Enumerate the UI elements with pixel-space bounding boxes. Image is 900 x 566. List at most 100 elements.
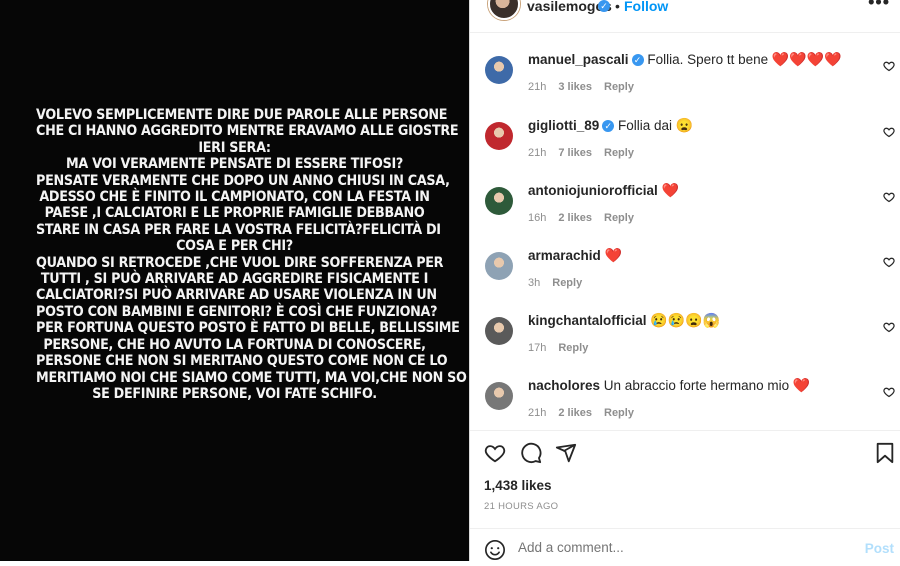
comment-emoji: ❤️ bbox=[792, 377, 811, 393]
commenter-avatar[interactable] bbox=[485, 122, 513, 150]
story-line: CALCIATORI?SI PUÒ ARRIVARE AD USARE VIOL… bbox=[36, 287, 437, 304]
comment-item: armarachid ❤️ 3h Reply bbox=[470, 242, 900, 302]
commenter-avatar[interactable] bbox=[485, 382, 513, 410]
commenter-username[interactable]: armarachid bbox=[528, 248, 601, 263]
story-line: PAESE ,I CALCIATORI E LE PROPRIE FAMIGLI… bbox=[44, 205, 425, 222]
comment-meta: 16h 2 likes Reply bbox=[528, 212, 646, 224]
comment-time[interactable]: 21h bbox=[528, 81, 546, 93]
comment-meta: 21h 3 likes Reply bbox=[528, 81, 646, 93]
commenter-username[interactable]: nacholores bbox=[528, 378, 600, 393]
comment-meta: 21h 2 likes Reply bbox=[528, 407, 646, 419]
comment-emoji: ❤️ bbox=[661, 182, 679, 198]
comment-text: gigliotti_89 ✓ Follia dai 😦 bbox=[528, 117, 693, 134]
comment-time[interactable]: 17h bbox=[528, 342, 546, 354]
story-line: PENSATE VERAMENTE CHE DOPO UN ANNO CHIUS… bbox=[36, 172, 450, 189]
story-line: SE DEFINIRE PERSONE, VOI FATE SCHIFO. bbox=[92, 385, 377, 402]
comment-item: manuel_pascali ✓ Follia. Spero tt bene ❤️… bbox=[470, 46, 900, 106]
story-line: PERSONE, CHE HO AVUTO LA FORTUNA DI CONO… bbox=[43, 336, 426, 353]
commenter-username[interactable]: manuel_pascali bbox=[528, 52, 629, 67]
comment-emoji: ❤️ bbox=[604, 247, 622, 263]
comment-body: Un abraccio forte hermano mio bbox=[603, 378, 790, 393]
separator-dot: • bbox=[615, 0, 620, 14]
comment-body: Follia dai bbox=[618, 118, 673, 133]
comment-text: kingchantalofficial 😢😢😦😱 bbox=[528, 312, 720, 329]
actions-divider bbox=[470, 430, 900, 431]
comment-emoji: 😦 bbox=[675, 117, 694, 133]
comment-likes[interactable]: 2 likes bbox=[558, 407, 592, 419]
story-line: TUTTI , SI PUÒ ARRIVARE AD AGGREDIRE FIS… bbox=[40, 271, 429, 288]
comment-like-icon[interactable] bbox=[883, 255, 895, 268]
story-line: COSA E PER CHI? bbox=[176, 238, 293, 255]
follow-button[interactable]: Follow bbox=[624, 0, 668, 14]
comment-likes[interactable]: 3 likes bbox=[558, 81, 592, 93]
commenter-username[interactable]: kingchantalofficial bbox=[528, 313, 647, 328]
comment-bubble-icon[interactable] bbox=[520, 442, 542, 469]
commenter-username[interactable]: antoniojuniorofficial bbox=[528, 183, 658, 198]
comment-meta: 17h Reply bbox=[528, 342, 600, 354]
comment-text: antoniojuniorofficial ❤️ bbox=[528, 182, 679, 199]
comment-time[interactable]: 16h bbox=[528, 212, 546, 224]
comment-text: armarachid ❤️ bbox=[528, 247, 622, 264]
story-line: MA VOI VERAMENTE PENSATE DI ESSERE TIFOS… bbox=[65, 156, 403, 173]
story-panel: VOLEVO SEMPLICEMENTE DIRE DUE PAROLE ALL… bbox=[0, 0, 469, 561]
comment-emoji: 😢😢😦😱 bbox=[650, 312, 721, 328]
comment-like-icon[interactable] bbox=[883, 385, 895, 398]
verified-badge-icon: ✓ bbox=[598, 0, 610, 12]
author-avatar[interactable] bbox=[488, 0, 520, 20]
reply-button[interactable]: Reply bbox=[558, 342, 588, 354]
comment-like-icon[interactable] bbox=[883, 320, 895, 333]
comment-text: manuel_pascali ✓ Follia. Spero tt bene ❤️… bbox=[528, 51, 842, 68]
emoji-icon[interactable] bbox=[484, 539, 506, 566]
comment-time[interactable]: 21h bbox=[528, 407, 546, 419]
comment-meta: 21h 7 likes Reply bbox=[528, 147, 646, 159]
comment-item: antoniojuniorofficial ❤️ 16h 2 likes Reply bbox=[470, 177, 900, 237]
commenter-avatar[interactable] bbox=[485, 56, 513, 84]
comment-text: nacholores Un abraccio forte hermano mio… bbox=[528, 377, 810, 394]
verified-badge-icon: ✓ bbox=[631, 54, 644, 67]
like-heart-icon[interactable] bbox=[484, 442, 506, 469]
story-line: QUANDO SI RETROCEDE ,CHE VUOL DIRE SOFFE… bbox=[36, 254, 444, 271]
verified-badge-icon: ✓ bbox=[602, 120, 615, 133]
comment-like-icon[interactable] bbox=[883, 125, 895, 138]
reply-button[interactable]: Reply bbox=[552, 277, 582, 289]
share-send-icon[interactable] bbox=[555, 442, 577, 469]
comments-panel: vasilemogos ✓ • Follow ••• manuel_pascal… bbox=[469, 0, 900, 561]
save-bookmark-icon[interactable] bbox=[875, 442, 895, 469]
story-line: STARE IN CASA PER FARE LA VOSTRA FELICIT… bbox=[36, 221, 441, 238]
comment-meta: 3h Reply bbox=[528, 277, 594, 289]
story-line: MERITIAMO NOI CHE SIAMO COME TUTTI, MA V… bbox=[36, 369, 467, 386]
story-line: IERI SERA: bbox=[198, 139, 271, 156]
comment-body: Follia. Spero tt bene bbox=[647, 52, 769, 67]
reply-button[interactable]: Reply bbox=[604, 81, 634, 93]
commenter-username[interactable]: gigliotti_89 bbox=[528, 118, 599, 133]
comment-item: nacholores Un abraccio forte hermano mio… bbox=[470, 372, 900, 432]
comment-input[interactable] bbox=[518, 540, 848, 555]
add-comment-bar: Post bbox=[470, 528, 900, 562]
comment-emoji: ❤️❤️❤️❤️ bbox=[771, 51, 842, 67]
commenter-avatar[interactable] bbox=[485, 187, 513, 215]
reply-button[interactable]: Reply bbox=[604, 147, 634, 159]
reply-button[interactable]: Reply bbox=[604, 212, 634, 224]
comment-likes[interactable]: 2 likes bbox=[558, 212, 592, 224]
reply-button[interactable]: Reply bbox=[604, 407, 634, 419]
post-header: vasilemogos ✓ • Follow ••• bbox=[470, 0, 900, 33]
commenter-avatar[interactable] bbox=[485, 317, 513, 345]
comment-like-icon[interactable] bbox=[883, 59, 895, 72]
more-options-icon[interactable]: ••• bbox=[868, 0, 890, 13]
commenter-avatar[interactable] bbox=[485, 252, 513, 280]
post-timestamp[interactable]: 21 HOURS AGO bbox=[484, 501, 558, 512]
post-comment-button[interactable]: Post bbox=[865, 541, 894, 556]
comment-time[interactable]: 3h bbox=[528, 277, 540, 289]
comment-item: gigliotti_89 ✓ Follia dai 😦 21h 7 likes Repl… bbox=[470, 112, 900, 172]
story-text: VOLEVO SEMPLICEMENTE DIRE DUE PAROLE ALL… bbox=[36, 107, 467, 402]
story-line: PER FORTUNA QUESTO POSTO È FATTO DI BELL… bbox=[36, 320, 460, 337]
comment-time[interactable]: 21h bbox=[528, 147, 546, 159]
comment-like-icon[interactable] bbox=[883, 190, 895, 203]
story-line: ADESSO CHE È FINITO IL CAMPIONATO, CON L… bbox=[39, 189, 430, 206]
comment-item: kingchantalofficial 😢😢😦😱 17h Reply bbox=[470, 307, 900, 367]
story-line: PERSONE CHE NON SI MERITANO QUESTO COME … bbox=[36, 353, 448, 370]
comment-likes[interactable]: 7 likes bbox=[558, 147, 592, 159]
story-line: VOLEVO SEMPLICEMENTE DIRE DUE PAROLE ALL… bbox=[36, 107, 448, 123]
post-likes-count[interactable]: 1,438 likes bbox=[484, 478, 552, 493]
story-line: CHE CI HANNO AGGREDITO MENTRE ERAVAMO AL… bbox=[36, 123, 459, 140]
